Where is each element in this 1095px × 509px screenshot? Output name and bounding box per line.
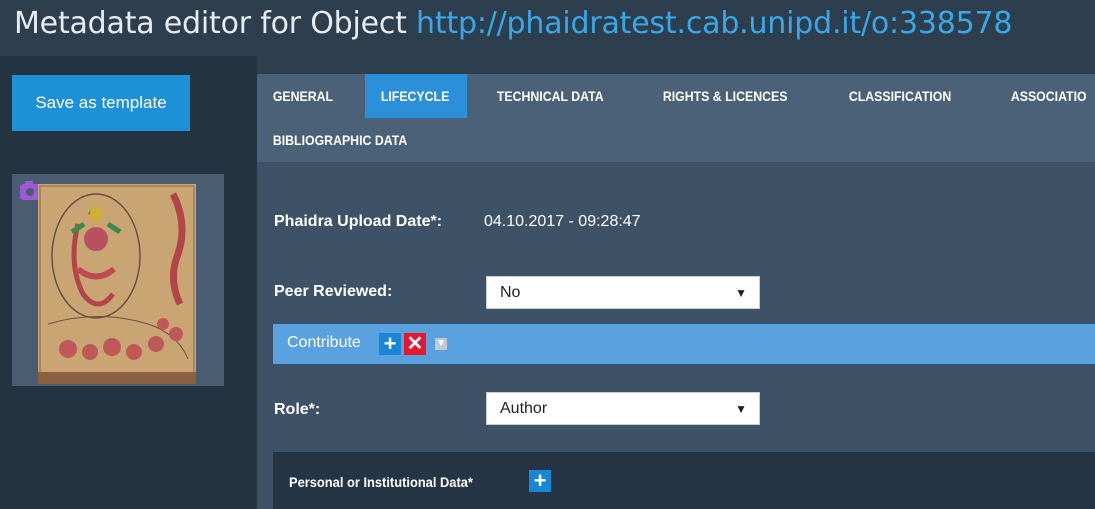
chevron-down-icon: ▼ [735,402,747,416]
tab-classification[interactable]: CLASSIFICATION [833,74,972,118]
camera-icon[interactable] [20,181,40,200]
remove-contributor-icon[interactable]: ✕ [404,333,426,355]
object-link[interactable]: http://phaidratest.cab.unipd.it/o:338578 [416,6,1012,41]
personal-institutional-data-label: Personal or Institutional Data* [289,474,473,490]
contribute-section-header: Contribute + ✕ ▼ [273,324,1095,364]
role-value: Author [500,399,548,417]
peer-reviewed-value: No [500,283,521,301]
object-thumbnail[interactable] [38,184,196,384]
add-personal-data-plus-icon[interactable]: + [529,470,551,492]
tab-general[interactable]: GENERAL [257,74,352,118]
page-title: Metadata editor for Object http://phaidr… [14,6,1012,41]
save-as-template-button[interactable]: Save as template [12,75,190,131]
tab-bibliographic-data[interactable]: BIBLIOGRAPHIC DATA [257,118,458,162]
metadata-form-panel: GENERAL LIFECYCLE TECHNICAL DATA RIGHTS … [257,74,1095,509]
upload-date-label: Phaidra Upload Date*: [274,213,443,230]
upload-date-value: 04.10.2017 - 09:28:47 [484,213,641,230]
tab-lifecycle[interactable]: LIFECYCLE [365,74,468,118]
title-bar: Metadata editor for Object http://phaidr… [0,0,1095,56]
role-label: Role*: [274,401,321,418]
personal-institutional-data-section: Personal or Institutional Data* + [273,452,1095,509]
page-title-prefix: Metadata editor for Object [14,6,417,41]
contribute-label: Contribute [287,334,361,351]
peer-reviewed-label: Peer Reviewed: [274,283,393,300]
peer-reviewed-select[interactable]: No ▼ [486,276,760,309]
object-thumbnail-frame [12,174,224,386]
role-select[interactable]: Author ▼ [486,392,760,425]
tab-associations[interactable]: ASSOCIATIO [995,74,1095,118]
move-down-icon[interactable]: ▼ [435,338,447,350]
tab-bar: GENERAL LIFECYCLE TECHNICAL DATA RIGHTS … [257,74,1095,162]
add-contributor-plus-icon[interactable]: + [379,333,401,355]
tab-technical-data[interactable]: TECHNICAL DATA [481,74,638,118]
tab-rights-licences[interactable]: RIGHTS & LICENCES [647,74,812,118]
chevron-down-icon: ▼ [735,286,747,300]
